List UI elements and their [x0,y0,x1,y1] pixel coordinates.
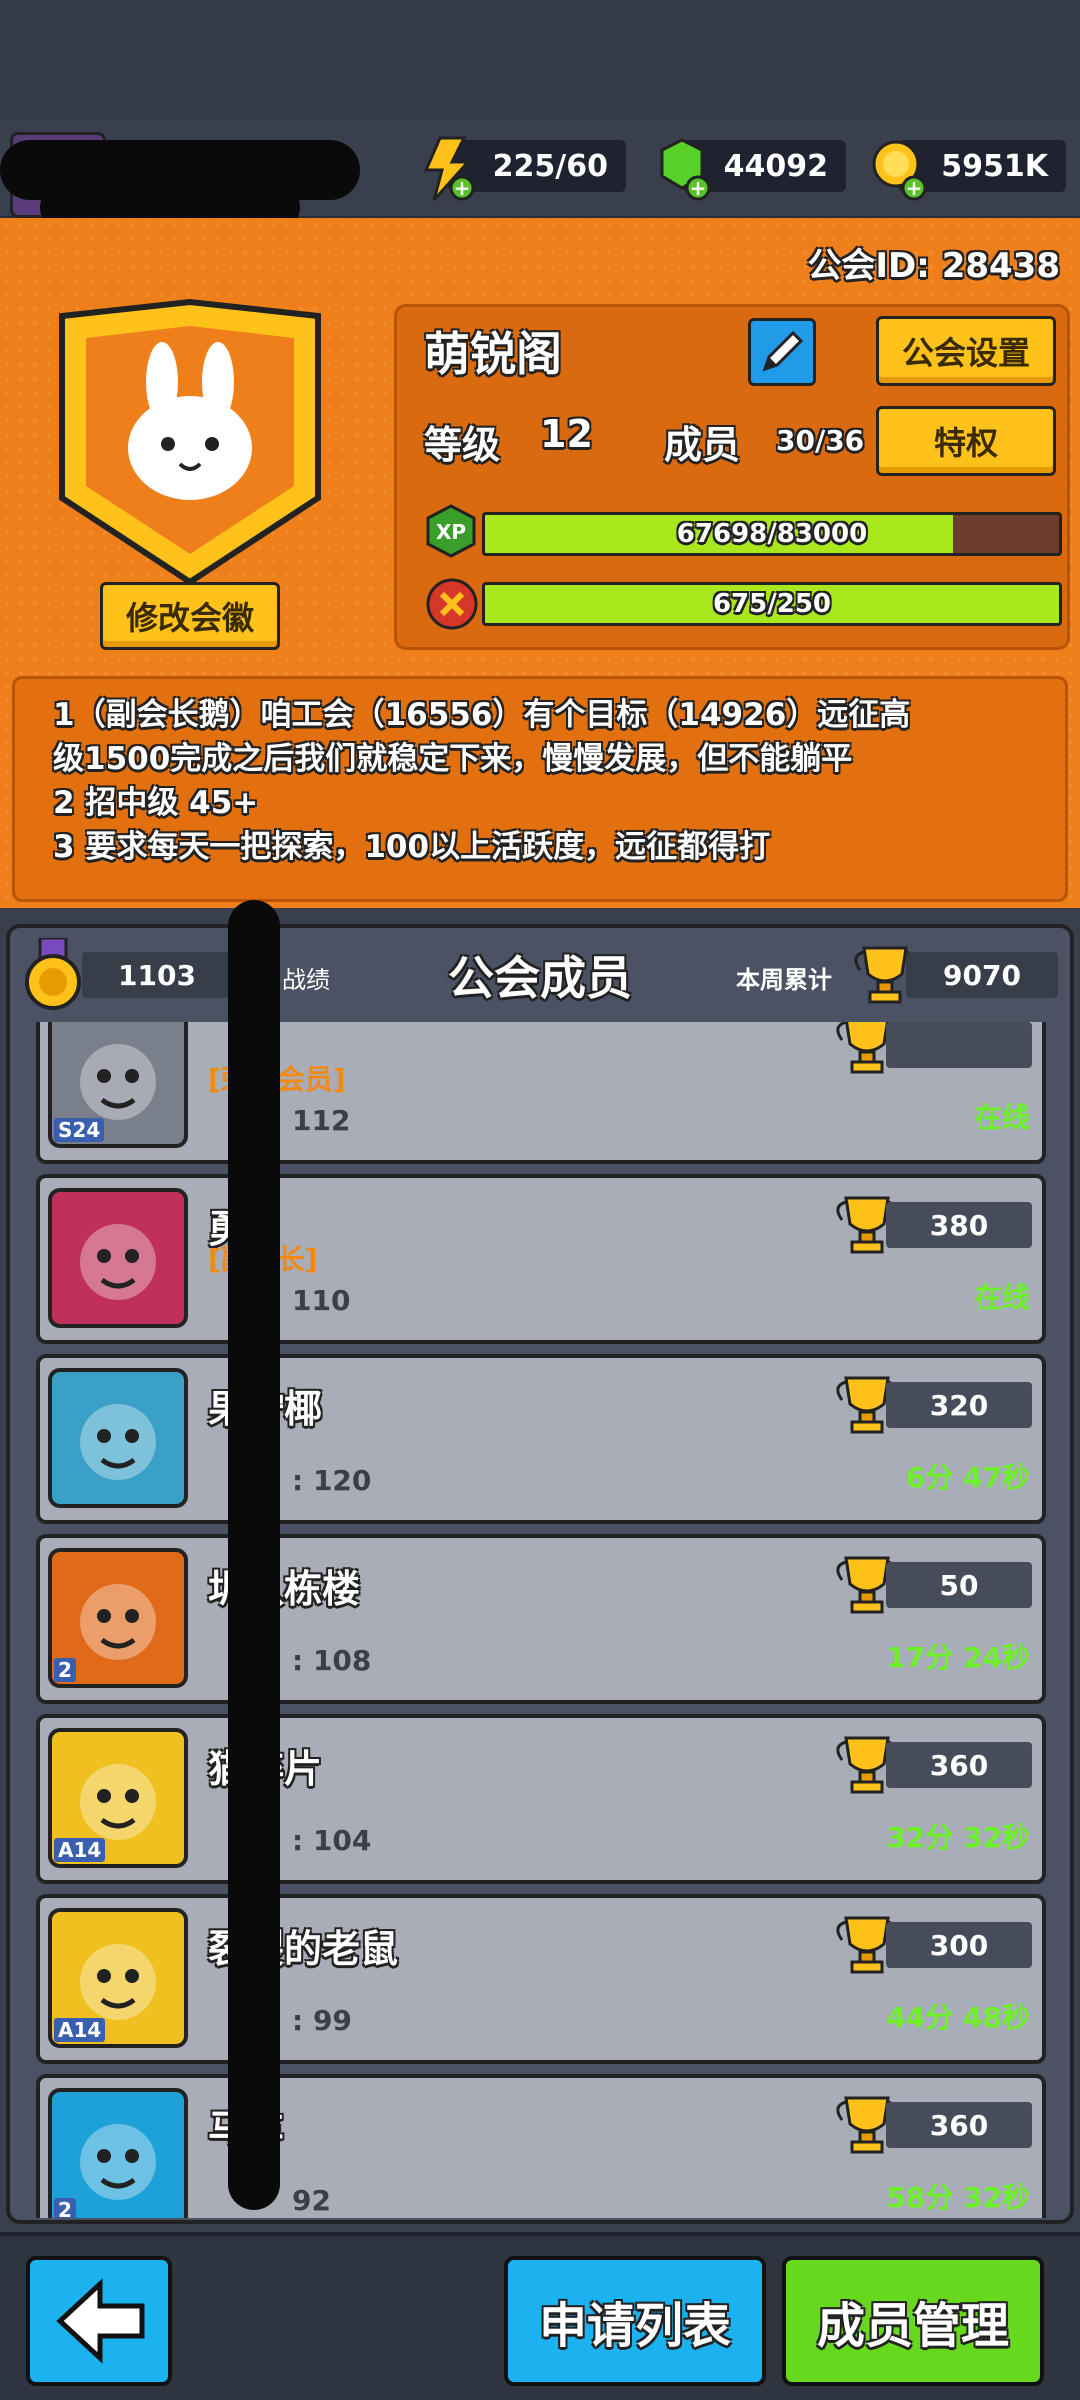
member-row[interactable]: A14 猫碎片 : 104 360 32分 32秒 [36,1714,1046,1884]
member-status: 17分 24秒 [886,1641,1030,1674]
member-trophies: 360 [886,1742,1032,1788]
members-panel-title: 公会成员 [448,951,632,1005]
edit-name-button[interactable] [748,318,816,386]
notice-line: 1（副会长鹅）咱工会（16556）有个目标（14926）远征高 [53,697,911,733]
level-label: 等级 [424,423,501,467]
member-trophies: 380 [886,1202,1032,1248]
member-row[interactable]: 勇 [副会长] 110 380 在线 [36,1174,1046,1344]
member-status: 在线 [973,1281,1030,1314]
member-avatar[interactable] [48,1188,188,1328]
member-row[interactable]: 2 圳八栋楼 : 108 50 17分 24秒 [36,1534,1046,1704]
member-row[interactable]: 2 马车 92 360 58分 32秒 [36,2074,1046,2218]
members-label: 成员 [664,423,741,467]
guild-notice: 1（副会长鹅）咱工会（16556）有个目标（14926）远征高 级1500完成之… [12,676,1068,902]
member-status: 6分 47秒 [905,1461,1030,1494]
pencil-icon [762,330,804,372]
level-value: 12 [540,412,593,456]
member-status: 58分 32秒 [886,2181,1030,2214]
top-status-area [0,0,1080,120]
member-trophies: 300 [886,1922,1032,1968]
guild-name: 萌锐阁 [424,327,562,381]
member-status: 44分 48秒 [886,2001,1030,2034]
change-badge-button[interactable]: 修改会徽 [100,582,280,650]
guild-activity-text: 675/250 [712,589,832,619]
notice-line: 2 招中级 45+ [53,785,259,821]
activity-icon [424,576,480,632]
guild-activity-bar: 675/250 [482,582,1062,626]
privilege-button[interactable]: 特权 [876,406,1056,476]
member-avatar[interactable]: A14 [48,1728,188,1868]
guild-xp-text: 67698/83000 [676,519,868,549]
weekly-total-label: 本周累计 [736,966,832,994]
energy-icon[interactable]: + [418,136,476,202]
redaction-stroke [228,900,280,2210]
member-tag: A14 [54,2018,106,2042]
coin-icon[interactable]: + [868,136,928,202]
svg-text:+: + [454,176,471,200]
svg-text:XP: XP [436,520,466,544]
record-label: 战绩 [282,966,330,994]
member-trophies: 50 [886,1562,1032,1608]
member-tag: A14 [54,1838,106,1862]
xp-icon: XP [424,504,478,558]
member-avatar[interactable]: 2 [48,1548,188,1688]
member-status: 在线 [973,1101,1030,1134]
member-tag: S24 [54,1118,105,1142]
svg-text:+: + [906,176,923,200]
character-icon [80,1224,156,1300]
member-level: 110 [292,1284,351,1317]
member-level: : 108 [292,1644,372,1677]
member-tag: 2 [54,2198,76,2218]
svg-text:+: + [690,176,707,200]
guild-settings-button[interactable]: 公会设置 [876,316,1056,386]
member-avatar[interactable]: S24 [48,1022,188,1148]
member-manage-button[interactable]: 成员管理 [782,2256,1044,2386]
guild-id: 公会ID: 28438 [807,246,1060,286]
character-icon [80,1404,156,1480]
medal-icon [22,936,84,1012]
apply-list-button[interactable]: 申请列表 [504,2256,766,2386]
member-tag: 2 [54,1658,76,1682]
member-trophies [886,1022,1032,1068]
member-trophies: 320 [886,1382,1032,1428]
member-avatar[interactable]: A14 [48,1908,188,2048]
member-level: : 104 [292,1824,372,1857]
member-list[interactable]: S24 [荣誉会员] 112 在线 勇 [副会长] 110 380 在线 果柠椰… [22,1022,1058,2218]
member-level: 112 [292,1104,351,1137]
member-row[interactable]: S24 [荣誉会员] 112 在线 [36,1022,1046,1164]
member-trophies: 360 [886,2102,1032,2148]
medal-value-box: 1103 [82,952,232,998]
notice-line: 级1500完成之后我们就稳定下来，慢慢发展，但不能躺平 [53,741,853,777]
notice-line: 3 要求每天一把探索，100以上活跃度，远征都得打 [53,829,771,865]
back-arrow-icon [56,2278,145,2364]
member-level: 92 [292,2184,331,2217]
gem-icon[interactable]: + [652,136,712,202]
members-count: 30/36 [776,424,865,457]
weekly-total-box: 9070 [906,952,1058,998]
members-panel-header: 1103 战绩 公会成员 本周累计 9070 [18,936,1062,1012]
member-avatar[interactable] [48,1368,188,1508]
member-status: 32分 32秒 [886,1821,1030,1854]
member-row[interactable]: 果柠椰 : 120 320 6分 47秒 [36,1354,1046,1524]
member-level: : 120 [292,1464,372,1497]
member-row[interactable]: A14 裂裂的老鼠 : 99 300 44分 48秒 [36,1894,1046,2064]
guild-xp-bar: 67698/83000 [482,512,1062,556]
guild-badge [50,298,330,588]
back-button[interactable] [26,2256,172,2386]
member-level: : 99 [292,2004,352,2037]
member-avatar[interactable]: 2 [48,2088,188,2218]
